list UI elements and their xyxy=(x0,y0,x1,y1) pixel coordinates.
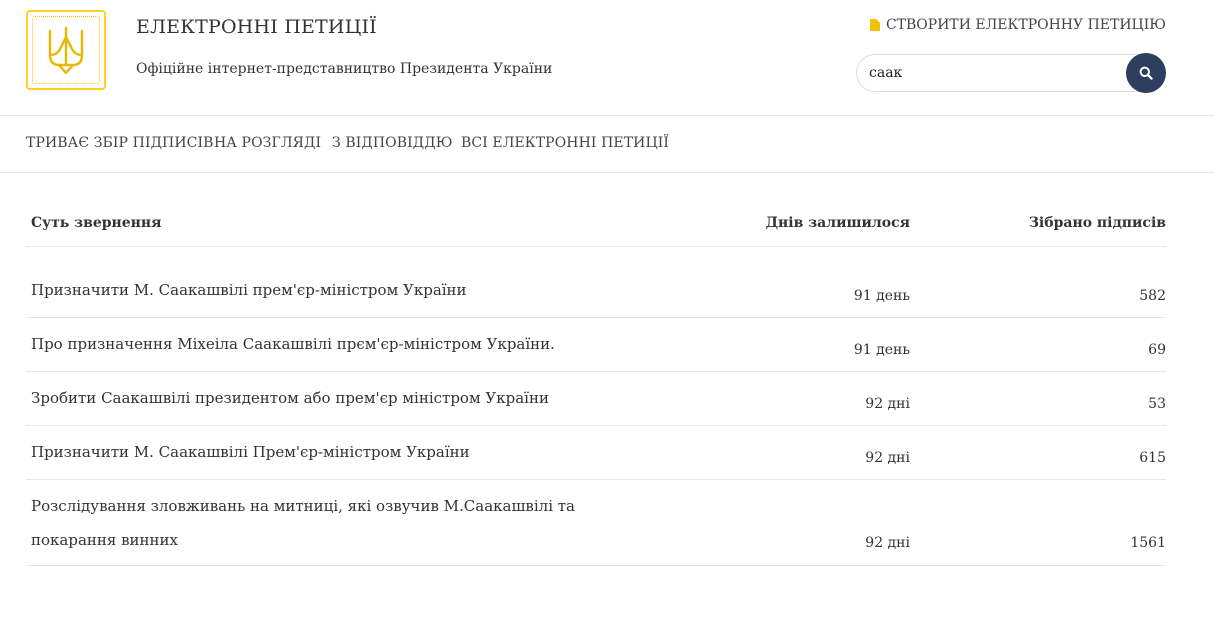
signature-count: 1561 xyxy=(1130,535,1166,551)
signature-count: 69 xyxy=(1148,342,1166,358)
main-nav: ТРИВАЄ ЗБІР ПІДПИСІВ НА РОЗГЛЯДІ З ВІДПО… xyxy=(0,116,1214,173)
signature-count: 53 xyxy=(1148,396,1166,412)
column-header-subject: Суть звернення xyxy=(31,215,162,231)
site-subtitle: Офіційне інтернет-представництво Президе… xyxy=(136,61,553,77)
search-input[interactable] xyxy=(856,54,1156,92)
table-row[interactable]: Розслідування зловживань на митниці, які… xyxy=(26,480,1166,566)
table-row[interactable]: Зробити Саакашвілі президентом або прем'… xyxy=(26,372,1166,426)
column-header-signatures: Зібрано підписів xyxy=(1028,215,1166,231)
days-left: 91 день xyxy=(853,288,910,304)
days-left: 92 дні xyxy=(865,535,910,551)
table-header: Суть звернення Днів залишилося Зібрано п… xyxy=(26,200,1166,247)
site-title: ЕЛЕКТРОННІ ПЕТИЦІЇ xyxy=(136,16,377,38)
table-row[interactable]: Про призначення Міхеіла Саакашвілі прєм'… xyxy=(26,318,1166,372)
petition-title[interactable]: Про призначення Міхеіла Саакашвілі прєм'… xyxy=(31,327,651,361)
table-row[interactable]: Призначити М. Саакашвілі Прем'єр-міністр… xyxy=(26,426,1166,480)
trident-icon xyxy=(48,26,84,75)
search-box xyxy=(856,53,1166,93)
table-body: Призначити М. Саакашвілі прем'єр-міністр… xyxy=(26,264,1166,566)
petition-title[interactable]: Призначити М. Саакашвілі Прем'єр-міністр… xyxy=(31,435,651,469)
nav-all-petitions[interactable]: ВСІ ЕЛЕКТРОННІ ПЕТИЦІЇ xyxy=(461,135,669,151)
nav-collecting-signatures[interactable]: ТРИВАЄ ЗБІР ПІДПИСІВ xyxy=(26,135,214,151)
days-left: 92 дні xyxy=(865,450,910,466)
table-row[interactable]: Призначити М. Саакашвілі прем'єр-міністр… xyxy=(26,264,1166,318)
nav-answered[interactable]: З ВІДПОВІДДЮ xyxy=(332,135,453,151)
petition-title[interactable]: Зробити Саакашвілі президентом або прем'… xyxy=(31,381,651,415)
signature-count: 582 xyxy=(1139,288,1166,304)
coat-of-arms-logo[interactable] xyxy=(26,10,106,90)
column-header-days-left: Днів залишилося xyxy=(765,215,910,231)
days-left: 91 день xyxy=(853,342,910,358)
site-header: ЕЛЕКТРОННІ ПЕТИЦІЇ Офіційне інтернет-пре… xyxy=(0,0,1214,116)
signature-count: 615 xyxy=(1139,450,1166,466)
create-petition-label: СТВОРИТИ ЕЛЕКТРОННУ ПЕТИЦІЮ xyxy=(885,17,1166,33)
create-petition-link[interactable]: СТВОРИТИ ЕЛЕКТРОННУ ПЕТИЦІЮ xyxy=(869,17,1166,33)
nav-under-review[interactable]: НА РОЗГЛЯДІ xyxy=(214,135,321,151)
search-icon xyxy=(1139,66,1153,80)
document-icon xyxy=(869,19,880,31)
petition-title[interactable]: Розслідування зловживань на митниці, які… xyxy=(31,489,651,557)
search-button[interactable] xyxy=(1126,53,1166,93)
petitions-table: Суть звернення Днів залишилося Зібрано п… xyxy=(26,200,1166,566)
petition-title[interactable]: Призначити М. Саакашвілі прем'єр-міністр… xyxy=(31,273,651,307)
days-left: 92 дні xyxy=(865,396,910,412)
